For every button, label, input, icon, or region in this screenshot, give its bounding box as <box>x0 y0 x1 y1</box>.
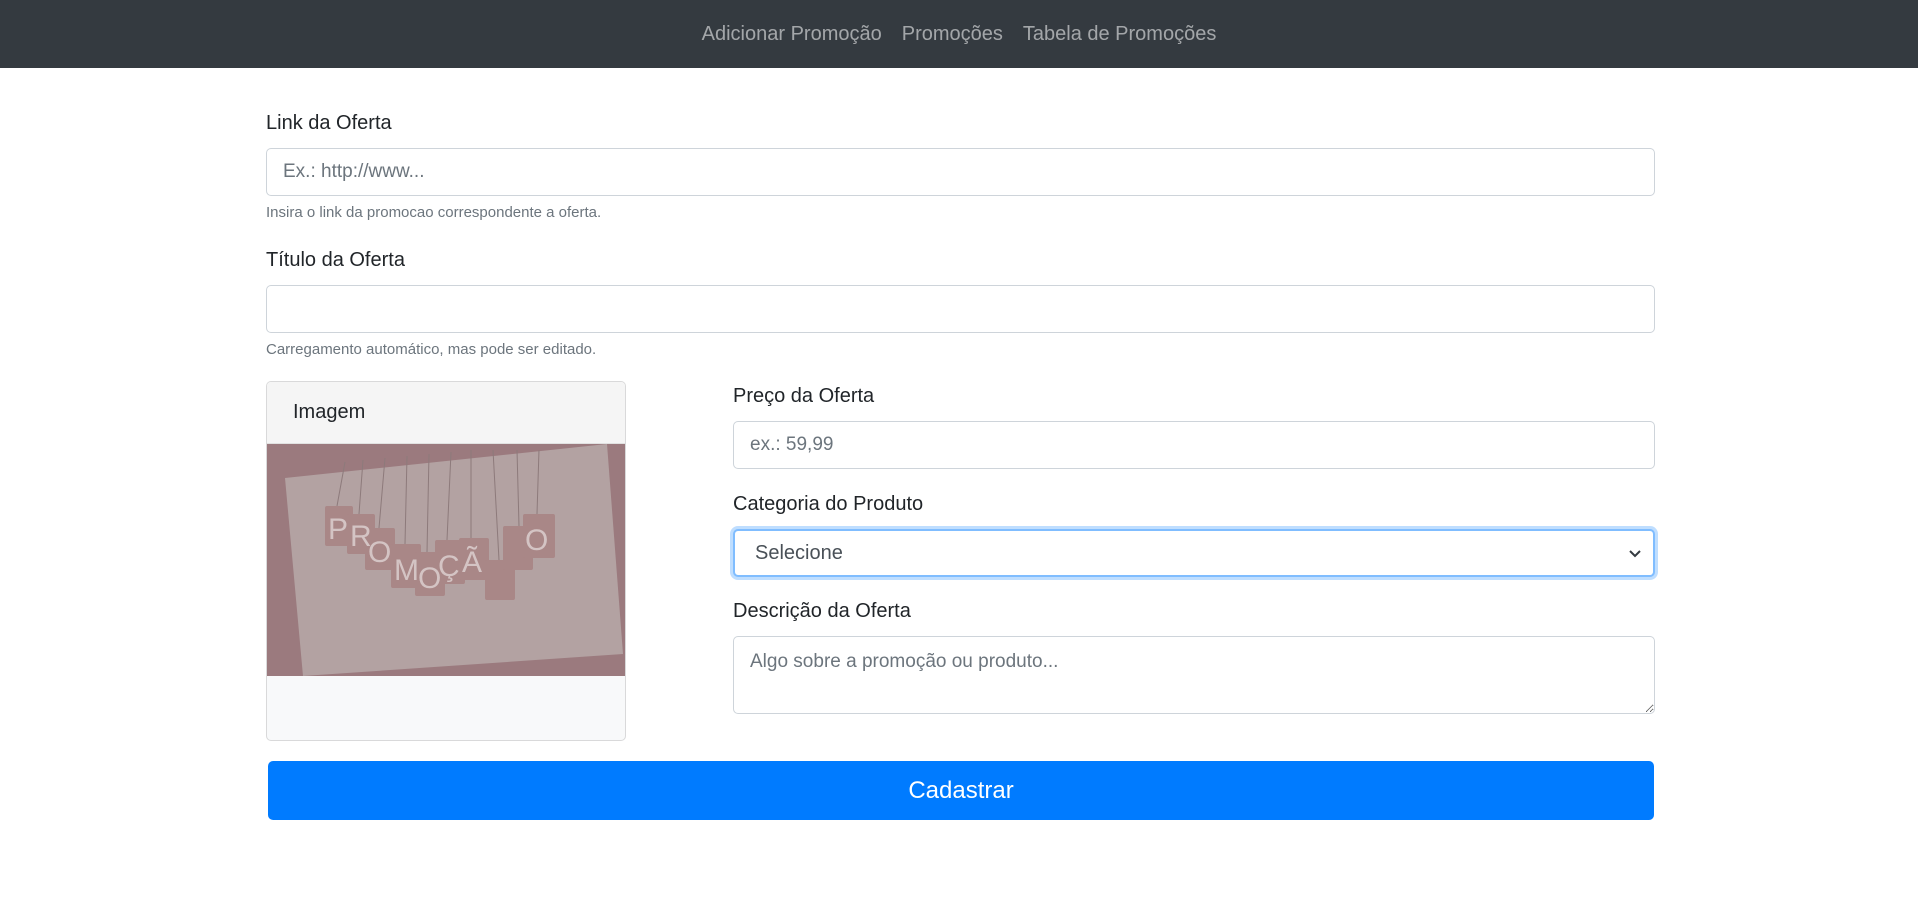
description-textarea[interactable] <box>733 636 1655 714</box>
price-label: Preço da Oferta <box>733 385 875 407</box>
svg-text:O: O <box>368 536 391 569</box>
image-card-header: Imagem <box>267 382 625 444</box>
link-label: Link da Oferta <box>266 112 392 134</box>
title-label: Título da Oferta <box>266 249 405 271</box>
description-label: Descrição da Oferta <box>733 600 911 622</box>
promotion-form: Link da Oferta Insira o link da promocao… <box>0 68 1918 899</box>
nav-link-add-promotion[interactable]: Adicionar Promoção <box>702 23 882 46</box>
promotion-image: P R O M O Ç Ã O <box>267 444 625 676</box>
svg-text:O: O <box>525 524 548 557</box>
svg-text:Ç: Ç <box>438 550 460 583</box>
link-input[interactable] <box>266 148 1655 196</box>
nav-link-promotions-table[interactable]: Tabela de Promoções <box>1023 23 1216 46</box>
chevron-down-icon <box>1629 550 1641 558</box>
price-input[interactable] <box>733 421 1655 469</box>
category-select[interactable]: Selecione <box>733 529 1655 577</box>
svg-text:M: M <box>394 554 419 587</box>
submit-button[interactable]: Cadastrar <box>268 761 1654 820</box>
svg-text:Ã: Ã <box>462 545 482 579</box>
image-card: Imagem P R O M O Ç Ã O <box>266 381 626 741</box>
link-help-text: Insira o link da promocao correspondente… <box>266 204 602 221</box>
svg-text:P: P <box>328 513 348 546</box>
category-label: Categoria do Produto <box>733 493 924 515</box>
title-input[interactable] <box>266 285 1655 333</box>
title-help-text: Carregamento automático, mas pode ser ed… <box>266 341 597 358</box>
category-selected-value: Selecione <box>755 541 843 564</box>
top-navbar: Adicionar Promoção Promoções Tabela de P… <box>0 0 1918 68</box>
nav-link-promotions[interactable]: Promoções <box>902 23 1003 46</box>
